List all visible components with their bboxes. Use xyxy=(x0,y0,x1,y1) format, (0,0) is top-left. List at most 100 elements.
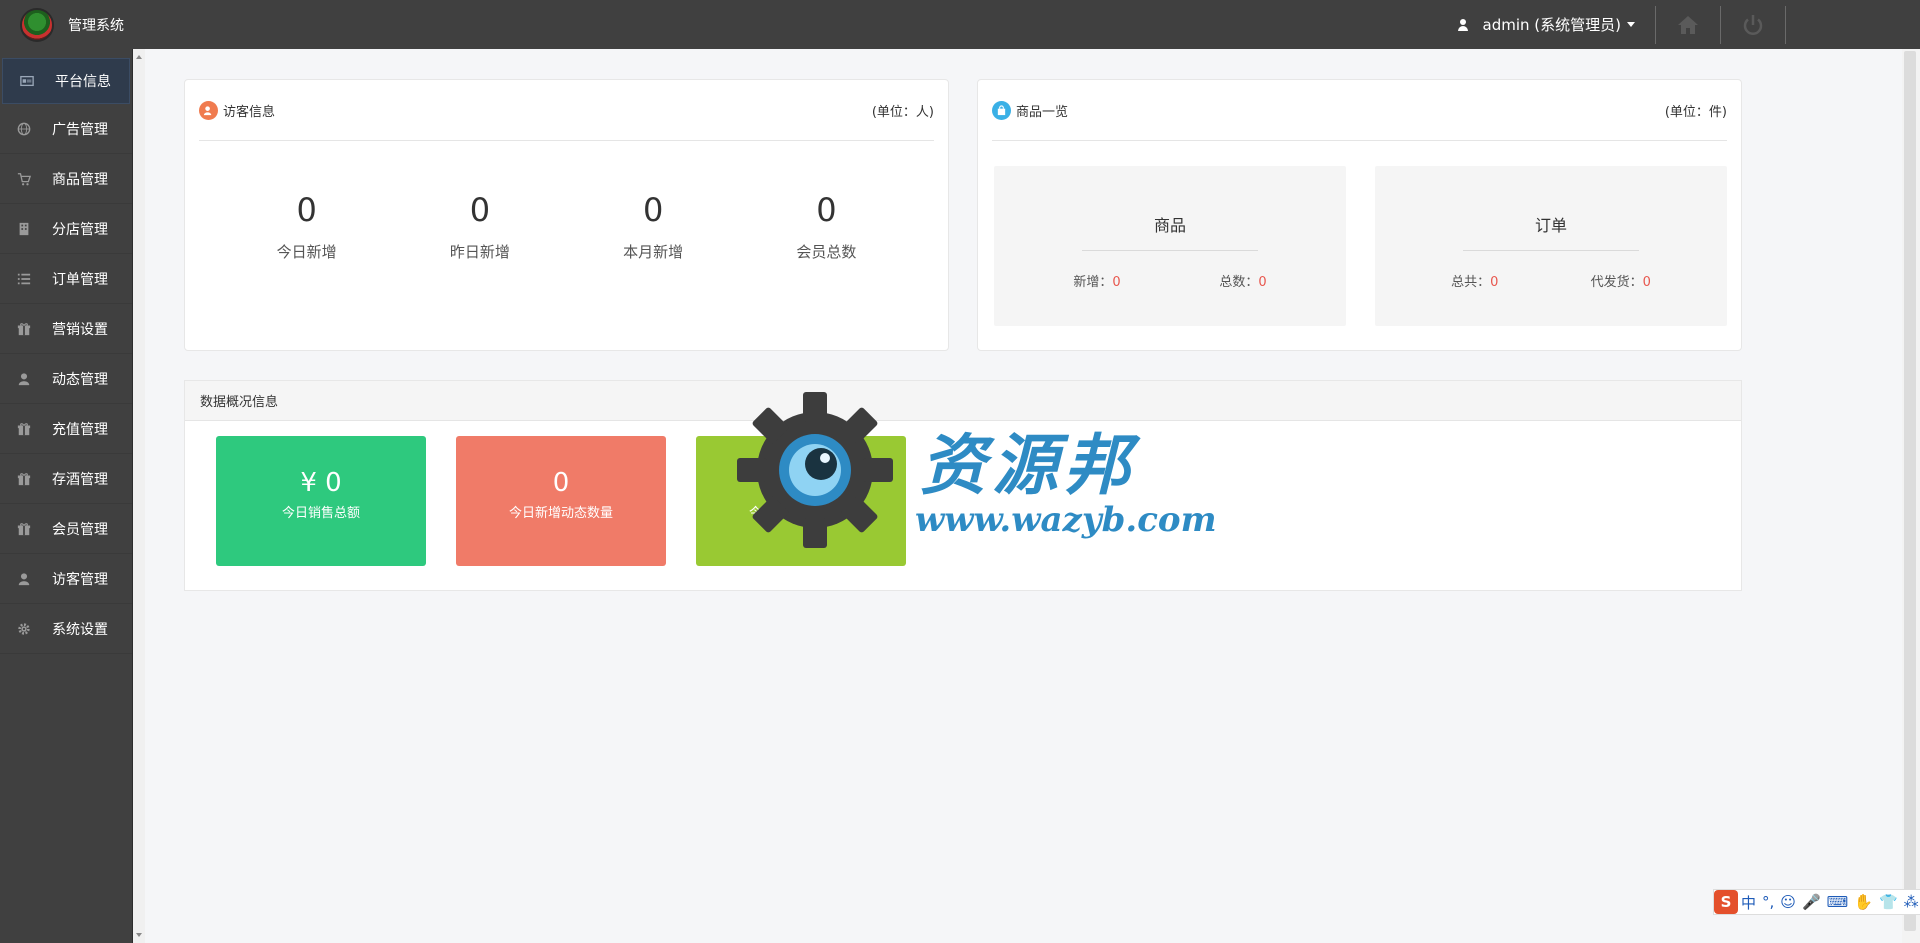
sidebar-item-posts[interactable]: 动态管理 xyxy=(0,354,132,404)
stat-value: 0 xyxy=(469,191,491,229)
home-button[interactable] xyxy=(1656,0,1720,49)
stat-label: 本月新增 xyxy=(623,243,684,261)
sidebar-item-label: 分店管理 xyxy=(52,221,108,238)
visitor-stats: 0 今日新增 0 昨日新增 0 本月新增 0 会员总数 xyxy=(185,191,948,262)
scrollbar-thumb[interactable] xyxy=(1904,51,1916,931)
stat-item: 0 会员总数 xyxy=(761,191,891,262)
ime-toolbar[interactable]: S 中 °, ☺ 🎤 ⌨ ✋ 👕 ⁂ xyxy=(1713,889,1920,915)
tile-label: 今日新增动态数量 xyxy=(508,506,613,521)
card-icon xyxy=(19,73,35,89)
unit-label: (单位：人) xyxy=(871,104,934,120)
ime-punctuation[interactable]: °, xyxy=(1759,893,1777,911)
sidebar-item-label: 系统设置 xyxy=(52,621,108,638)
sidebar-item-label: 广告管理 xyxy=(52,121,108,138)
logout-button[interactable] xyxy=(1721,0,1785,49)
handwriting-icon[interactable]: ✋ xyxy=(1851,893,1876,911)
user-menu[interactable]: admin (系统管理员) xyxy=(1457,14,1655,35)
stat-label: 今日新增 xyxy=(276,243,337,261)
sales-tile[interactable]: ¥ 0 今日销售总额 xyxy=(216,436,426,566)
stat-label: 新增： xyxy=(1073,275,1113,290)
posts-tile[interactable]: 0 今日新增动态数量 xyxy=(456,436,666,566)
sidebar-item-wine-storage[interactable]: 存酒管理 xyxy=(0,454,132,504)
sidebar-item-platform-info[interactable]: 平台信息 xyxy=(2,58,130,104)
stat-label: 总共： xyxy=(1451,275,1491,290)
stat-value: 0 xyxy=(1490,275,1499,290)
stat-label: 昨日新增 xyxy=(449,243,510,261)
gear-icon xyxy=(16,621,32,637)
scroll-down-arrow-icon[interactable] xyxy=(136,933,142,937)
sidebar-item-products[interactable]: 商品管理 xyxy=(0,154,132,204)
watermark: 资源邦 www.wazyb.com xyxy=(735,390,1217,550)
shopping-bag-icon xyxy=(992,100,1011,120)
unit-label: (单位：件) xyxy=(1664,104,1727,120)
sidebar-item-visitors[interactable]: 访客管理 xyxy=(0,554,132,604)
sidebar-item-ads[interactable]: 广告管理 xyxy=(0,104,132,154)
keyboard-icon[interactable]: ⌨ xyxy=(1824,893,1852,911)
divider xyxy=(1463,250,1639,251)
stat-value: 0 xyxy=(296,191,317,229)
divider xyxy=(1082,250,1258,251)
product-panel: 商品 新增： 0 总数：0 xyxy=(994,166,1346,326)
divider xyxy=(1785,5,1786,44)
stat-value: 0 xyxy=(1258,275,1267,290)
sidebar-item-orders[interactable]: 订单管理 xyxy=(0,254,132,304)
sidebar-scrollbar[interactable] xyxy=(133,49,145,943)
cart-icon xyxy=(16,171,32,187)
toolbox-icon[interactable]: ⁂ xyxy=(1901,893,1920,911)
panel-title: 商品 xyxy=(1153,216,1186,235)
stat-item: 0 昨日新增 xyxy=(415,191,545,262)
app-logo[interactable] xyxy=(20,7,54,42)
sidebar-item-label: 访客管理 xyxy=(52,571,108,588)
user-icon xyxy=(16,571,32,587)
sidebar-item-members[interactable]: 会员管理 xyxy=(0,504,132,554)
page-scrollbar[interactable] xyxy=(1902,49,1920,943)
tile-label: 今日销售总额 xyxy=(281,506,360,521)
stat-item: 总数：0 xyxy=(1219,271,1266,290)
app-title: 管理系统 xyxy=(68,17,124,34)
visitor-icon xyxy=(199,100,218,120)
globe-icon xyxy=(16,121,32,137)
microphone-icon[interactable]: 🎤 xyxy=(1799,893,1824,911)
chevron-down-icon xyxy=(1627,22,1635,27)
order-panel: 订单 总共：0 代发货：0 xyxy=(1375,166,1727,326)
home-icon xyxy=(1678,15,1698,34)
products-card: 商品一览 (单位：件) 商品 新增：0 总数：0 订单 总共：0 代发货：0 xyxy=(977,79,1742,351)
sidebar-item-marketing[interactable]: 营销设置 xyxy=(0,304,132,354)
sidebar-item-label: 商品管理 xyxy=(52,171,108,188)
gear-logo-icon xyxy=(737,392,893,548)
stat-item: 0 今日新增 xyxy=(242,191,372,262)
sidebar-item-settings[interactable]: 系统设置 xyxy=(0,604,132,654)
sidebar-item-branches[interactable]: 分店管理 xyxy=(0,204,132,254)
sidebar-item-label: 会员管理 xyxy=(52,521,108,538)
ime-mode[interactable]: 中 xyxy=(1738,892,1759,913)
panel-stats: 总共：0 代发货：0 xyxy=(1375,271,1727,290)
user-icon xyxy=(1457,18,1469,31)
top-bar: 管理系统 admin (系统管理员) xyxy=(0,0,1920,49)
stat-value: 0 xyxy=(1642,275,1651,290)
watermark-url: www.wazyb.com xyxy=(915,500,1217,540)
stat-label: 总数： xyxy=(1219,275,1259,290)
skin-icon[interactable]: 👕 xyxy=(1876,893,1901,911)
user-icon xyxy=(16,371,32,387)
panel-stats: 新增： 0 总数：0 xyxy=(994,271,1346,290)
sidebar-item-label: 平台信息 xyxy=(55,74,111,90)
sidebar-item-label: 存酒管理 xyxy=(52,471,108,488)
emoji-icon[interactable]: ☺ xyxy=(1777,893,1799,911)
sidebar-item-recharge[interactable]: 充值管理 xyxy=(0,404,132,454)
top-right-actions: admin (系统管理员) xyxy=(1457,0,1920,49)
card-title: 数据概况信息 xyxy=(200,395,279,410)
stat-item: 代发货：0 xyxy=(1591,271,1651,290)
list-icon xyxy=(16,271,32,287)
user-label: admin (系统管理员) xyxy=(1482,16,1621,34)
scroll-up-arrow-icon[interactable] xyxy=(136,55,142,59)
gift-icon xyxy=(16,321,32,337)
visitor-card: 访客信息 (单位：人) 0 今日新增 0 昨日新增 0 本月新增 0 会员总数 xyxy=(184,79,949,351)
panel-title: 订单 xyxy=(1534,216,1567,235)
sogou-logo-icon[interactable]: S xyxy=(1714,890,1738,914)
card-header: 商品一览 (单位：件) xyxy=(992,80,1727,141)
card-title: 访客信息 xyxy=(223,104,276,120)
sidebar-item-label: 营销设置 xyxy=(52,321,108,338)
card-title: 商品一览 xyxy=(1016,104,1069,120)
stat-label: 会员总数 xyxy=(796,243,857,261)
stat-label: 代发货： xyxy=(1590,275,1643,290)
